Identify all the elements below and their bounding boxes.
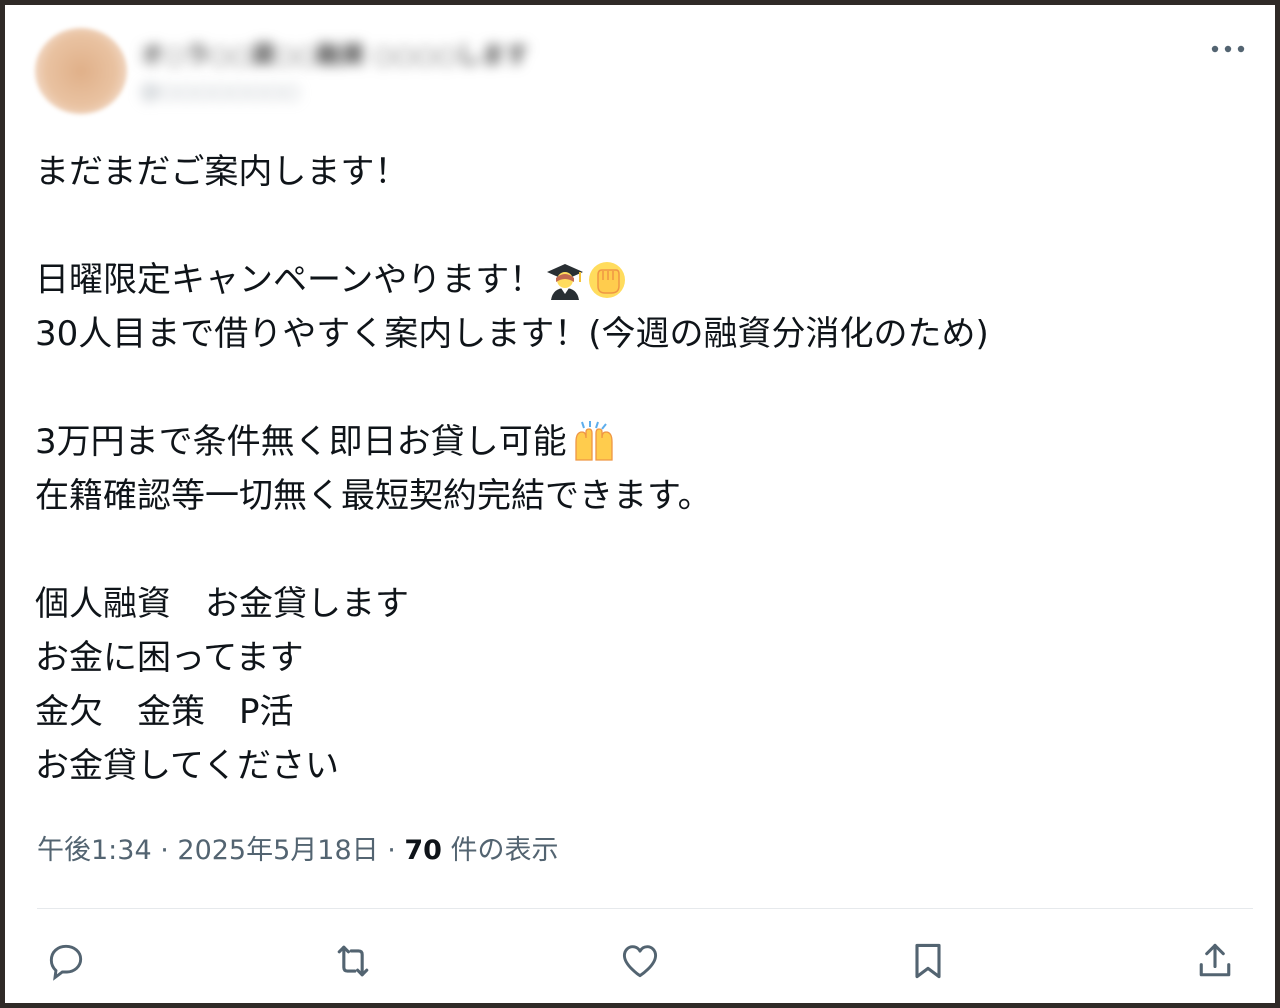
tweet-line: 3万円まで条件無く即日お貸し可能 (35, 415, 1245, 469)
divider (37, 908, 1253, 909)
more-button[interactable] (1205, 33, 1251, 65)
retweet-button[interactable] (325, 933, 381, 989)
raised-fist-icon (589, 262, 626, 298)
meta-separator: · (151, 835, 178, 866)
share-button[interactable] (1187, 933, 1243, 989)
tweet-line: 在籍確認等一切無く最短契約完結できます。 (35, 476, 712, 516)
avatar[interactable] (35, 28, 127, 114)
tweet-line: お金に困ってます (35, 638, 304, 678)
tweet-meta: 午後1:34 · 2025年5月18日 · 70 件の表示 (37, 828, 559, 867)
meta-separator: · (378, 835, 405, 866)
raising-hands-icon (574, 421, 613, 461)
tweet-line: 金欠 金策 P活 (35, 692, 294, 732)
more-icon (1211, 45, 1245, 53)
author-handle[interactable]: @○○○○○○○○ (140, 79, 355, 105)
tweet-line: 日曜限定キャンペーンやります！ (35, 253, 1245, 307)
view-label: 件の表示 (441, 835, 559, 866)
tweet-card: オ○ラ○○貸○○融資 ○○○○します @○○○○○○○○ まだまだご案内します！… (5, 5, 1275, 1003)
tweet-text: まだまだご案内します！ 日曜限定キャンペーンやります！ 30人目まで借りやすく案… (35, 145, 1245, 793)
retweet-icon (337, 945, 369, 977)
like-icon (622, 945, 658, 978)
like-button[interactable] (612, 933, 668, 989)
reply-icon (49, 944, 83, 981)
tweet-line: 30人目まで借りやすく案内します！(今週の融資分消化のため) (35, 314, 989, 354)
tweet-line: お金貸してください (35, 746, 339, 786)
author-name[interactable]: オ○ラ○○貸○○融資 ○○○○します (140, 35, 625, 67)
tweet-line: 個人融資 お金貸します (35, 584, 409, 624)
bookmark-button[interactable] (900, 933, 956, 989)
bookmark-icon (915, 943, 941, 979)
tweet-line: まだまだご案内します！ (35, 152, 409, 192)
tweet-line-text: 日曜限定キャンペーンやります！ (35, 260, 544, 300)
tweet-time[interactable]: 午後1:34 (37, 835, 152, 866)
tweet-date[interactable]: 2025年5月18日 (177, 835, 378, 866)
share-icon (1199, 943, 1231, 977)
student-emoji-icon (547, 264, 584, 300)
view-count: 70 (404, 835, 442, 866)
tweet-line-text: 3万円まで条件無く即日お貸し可能 (35, 422, 567, 462)
reply-button[interactable] (38, 933, 94, 989)
